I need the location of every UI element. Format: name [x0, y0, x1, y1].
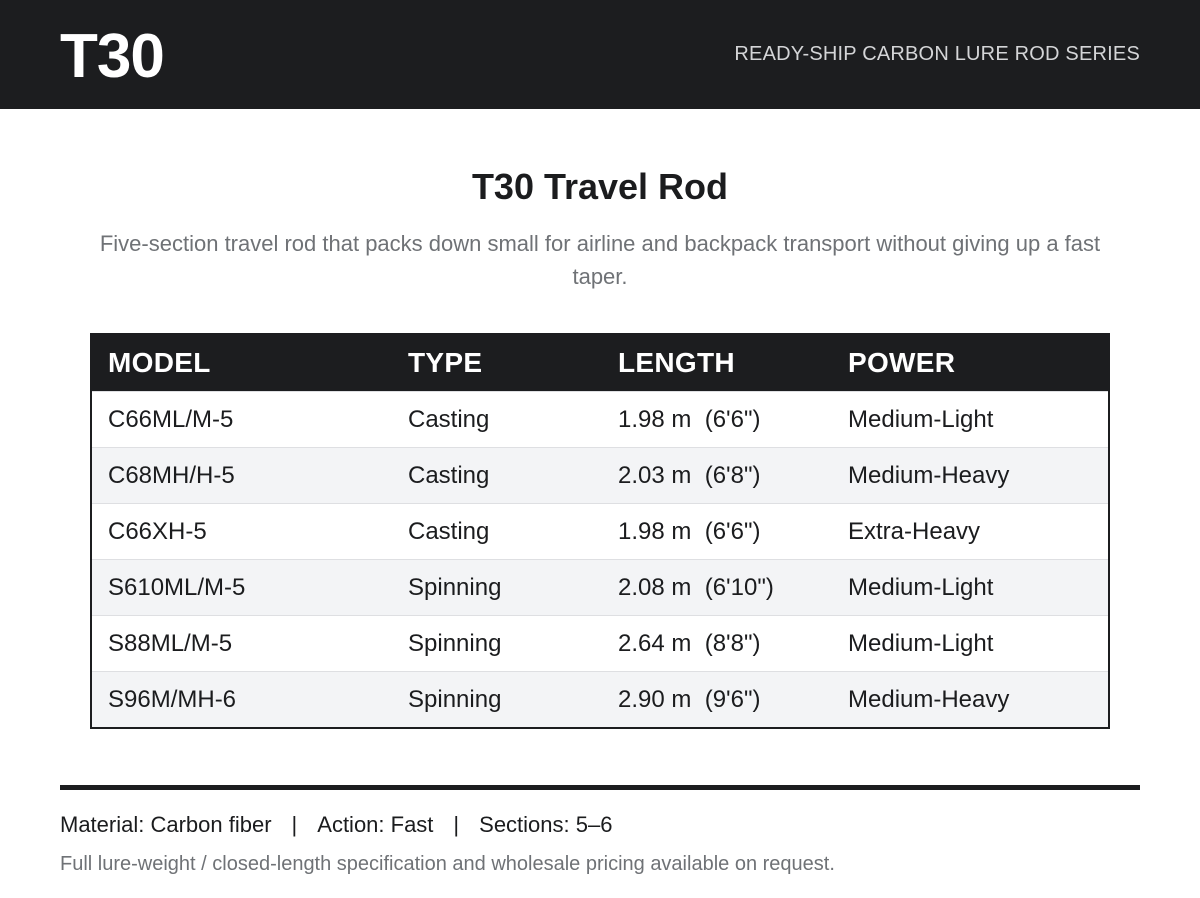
cell-type: Casting: [392, 391, 602, 448]
column-header-type: TYPE: [392, 334, 602, 392]
footer-note: Full lure-weight / closed-length specifi…: [60, 853, 835, 875]
cell-model: C66XH-5: [91, 503, 392, 560]
cell-power: Medium-Light: [832, 615, 1109, 672]
cell-length: 1.98 m (6'6"): [602, 391, 832, 448]
product-title: T30 Travel Rod: [471, 166, 729, 207]
cell-power: Medium-Light: [832, 559, 1109, 616]
table-row: C66ML/M-5 Casting 1.98 m (6'6") Medium-L…: [91, 391, 1109, 448]
spec-separator: |: [453, 812, 460, 837]
cell-length: 2.03 m (6'8"): [602, 447, 832, 504]
table-row: C66XH-5 Casting 1.98 m (6'6") Extra-Heav…: [91, 503, 1109, 560]
column-header-model: MODEL: [91, 334, 392, 392]
section-divider: [60, 785, 1140, 790]
spec-table: MODEL TYPE LENGTH POWER C66ML/M-5 Castin…: [90, 333, 1110, 729]
action-spec: Action: Fast: [317, 812, 434, 837]
table-header-row: MODEL TYPE LENGTH POWER: [91, 334, 1109, 392]
cell-length: 1.98 m (6'6"): [602, 503, 832, 560]
series-label: READY-SHIP CARBON LURE ROD SERIES: [734, 43, 1140, 65]
cell-length: 2.90 m (9'6"): [602, 671, 832, 728]
cell-type: Casting: [392, 503, 602, 560]
cell-model: C66ML/M-5: [91, 391, 392, 448]
table-row: S96M/MH-6 Spinning 2.90 m (9'6") Medium-…: [91, 671, 1109, 728]
spec-separator: |: [291, 812, 298, 837]
cell-power: Medium-Heavy: [832, 671, 1109, 728]
cell-model: S610ML/M-5: [91, 559, 392, 616]
page-header: T30 READY-SHIP CARBON LURE ROD SERIES: [0, 0, 1200, 109]
cell-power: Medium-Heavy: [832, 447, 1109, 504]
cell-type: Casting: [392, 447, 602, 504]
cell-length: 2.64 m (8'8"): [602, 615, 832, 672]
column-header-power: POWER: [832, 334, 1109, 392]
cell-type: Spinning: [392, 615, 602, 672]
cell-model: S88ML/M-5: [91, 615, 392, 672]
cell-power: Extra-Heavy: [832, 503, 1109, 560]
sections-spec: Sections: 5–6: [479, 812, 613, 837]
cell-type: Spinning: [392, 671, 602, 728]
brand-logo-text: T30: [60, 21, 165, 91]
product-description: Five-section travel rod that packs down …: [99, 231, 1101, 289]
cell-type: Spinning: [392, 559, 602, 616]
cell-length: 2.08 m (6'10"): [602, 559, 832, 616]
material-spec: Material: Carbon fiber: [60, 812, 272, 837]
table-row: C68MH/H-5 Casting 2.03 m (6'8") Medium-H…: [91, 447, 1109, 504]
table-row: S610ML/M-5 Spinning 2.08 m (6'10") Mediu…: [91, 559, 1109, 616]
cell-model: S96M/MH-6: [91, 671, 392, 728]
table-row: S88ML/M-5 Spinning 2.64 m (8'8") Medium-…: [91, 615, 1109, 672]
cell-model: C68MH/H-5: [91, 447, 392, 504]
cell-power: Medium-Light: [832, 391, 1109, 448]
spec-summary: Material: Carbon fiber | Action: Fast | …: [60, 810, 1140, 840]
column-header-length: LENGTH: [602, 334, 832, 392]
